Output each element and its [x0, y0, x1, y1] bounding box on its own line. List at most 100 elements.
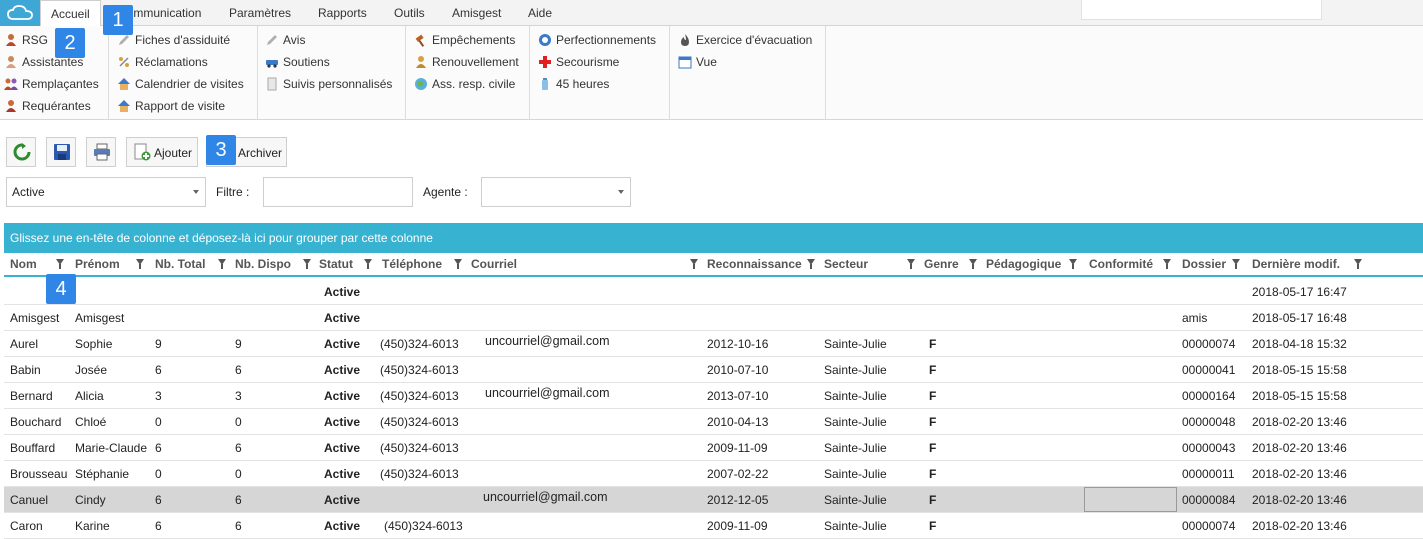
- cell-dossier: 00000074: [1182, 519, 1236, 533]
- cell-dossier: 00000084: [1182, 493, 1236, 507]
- red-cross-icon: [539, 56, 551, 68]
- cell-derniere-modif: 2018-04-18 15:32: [1252, 337, 1347, 351]
- printer-icon: [94, 143, 110, 161]
- menu-tab-rapports[interactable]: Rapports: [308, 0, 377, 26]
- cell-dossier: 00000048: [1182, 415, 1236, 429]
- menu-tab-parametres[interactable]: Paramètres: [219, 0, 301, 26]
- cell-nb-total: 0: [155, 467, 162, 481]
- table-row[interactable]: Amisgest Amisgest Active amis 2018-05-17 16:…: [4, 305, 1423, 331]
- table-row[interactable]: Bernard Alicia 3 3 Active (450)324-6013 uncour…: [4, 383, 1423, 409]
- table-row[interactable]: Aurel Sophie 9 9 Active (450)324-6013 uncourri…: [4, 331, 1423, 357]
- table-row[interactable]: Bouffard Marie-Claude 6 6 Active (450)324-601…: [4, 435, 1423, 461]
- cell-prenom: Cindy: [75, 493, 106, 507]
- filter-funnel-icon[interactable]: [303, 259, 311, 269]
- table-row[interactable]: Brousseau Stéphanie 0 0 Active (450)324-6013 2…: [4, 461, 1423, 487]
- cell-genre: F: [929, 467, 937, 481]
- menu-tab-accueil[interactable]: Accueil: [40, 0, 101, 27]
- filter-input[interactable]: [263, 177, 413, 207]
- column-header-prenom[interactable]: Prénom: [75, 253, 120, 275]
- annotation-badge-4: 4: [46, 274, 76, 304]
- cell-telephone: (450)324-6013: [384, 519, 463, 533]
- cell-nom: Caron: [10, 519, 43, 533]
- column-header-statut[interactable]: Statut: [319, 253, 353, 275]
- cell-derniere-modif: 2018-02-20 13:46: [1252, 415, 1347, 429]
- filter-funnel-icon[interactable]: [364, 259, 372, 269]
- cell-nb-dispo: 0: [235, 467, 242, 481]
- column-header-genre[interactable]: Genre: [924, 253, 959, 275]
- menu-search-box[interactable]: [1081, 0, 1322, 20]
- column-header-courriel[interactable]: Courriel: [471, 253, 517, 275]
- pencil-icon: [267, 35, 277, 45]
- refresh-icon: [13, 143, 31, 161]
- column-header-telephone[interactable]: Téléphone: [382, 253, 442, 275]
- table-row[interactable]: Canuel Cindy 6 6 Active uncourriel@gmail.com 2…: [4, 487, 1423, 513]
- cell-reconnaissance: 2012-10-16: [707, 337, 769, 351]
- menu-tab-outils[interactable]: Outils: [384, 0, 435, 26]
- column-header-nb-dispo[interactable]: Nb. Dispo: [235, 253, 291, 275]
- globe-icon: [415, 78, 427, 90]
- bottle-icon: [542, 78, 548, 90]
- cell-prenom: Amisgest: [75, 311, 125, 325]
- print-button[interactable]: [86, 137, 116, 167]
- cell-nb-dispo: 0: [235, 415, 242, 429]
- column-header-derniere-modif[interactable]: Dernière modif.: [1252, 253, 1340, 275]
- table-row[interactable]: Babin Josée 6 6 Active (450)324-6013 2010-07-1…: [4, 357, 1423, 383]
- filter-funnel-icon[interactable]: [218, 259, 226, 269]
- column-header-nom[interactable]: Nom: [10, 253, 37, 275]
- column-header-reconnaissance[interactable]: Reconnaissance: [707, 253, 802, 275]
- group-by-panel[interactable]: Glissez une en-tête de colonne et dépose…: [4, 223, 1423, 253]
- table-row[interactable]: Active 2018-05-17 16:47: [4, 279, 1423, 305]
- filter-funnel-icon[interactable]: [1232, 259, 1240, 269]
- filter-funnel-icon[interactable]: [1163, 259, 1171, 269]
- cell-prenom: Marie-Claude: [75, 441, 148, 455]
- filter-funnel-icon[interactable]: [690, 259, 698, 269]
- cell-derniere-modif: 2018-02-20 13:46: [1252, 467, 1347, 481]
- cell-dossier: 00000164: [1182, 389, 1236, 403]
- status-select[interactable]: Active: [6, 177, 206, 207]
- menu-tab-amisgest[interactable]: Amisgest: [442, 0, 511, 26]
- cell-secteur: Sainte-Julie: [824, 415, 887, 429]
- filter-funnel-icon[interactable]: [56, 259, 64, 269]
- column-header-secteur[interactable]: Secteur: [824, 253, 868, 275]
- table-row[interactable]: Caron Karine 6 6 Active (450)324-6013 2009-11-…: [4, 513, 1423, 539]
- table-row[interactable]: Bouchard Chloé 0 0 Active (450)324-6013 2010-0…: [4, 409, 1423, 435]
- cell-courriel: uncourriel@gmail.com: [483, 490, 608, 504]
- filter-funnel-icon[interactable]: [1354, 259, 1362, 269]
- filter-funnel-icon[interactable]: [969, 259, 977, 269]
- filter-funnel-icon[interactable]: [454, 259, 462, 269]
- cell-nom: Bernard: [10, 389, 53, 403]
- cell-nb-total: 6: [155, 493, 162, 507]
- add-button[interactable]: Ajouter: [126, 137, 198, 167]
- cell-derniere-modif: 2018-05-15 15:58: [1252, 363, 1347, 377]
- filter-funnel-icon[interactable]: [907, 259, 915, 269]
- cell-nb-dispo: 6: [235, 441, 242, 455]
- cell-secteur: Sainte-Julie: [824, 389, 887, 403]
- cell-nom: Canuel: [10, 493, 49, 507]
- annotation-badge-2: 2: [55, 28, 85, 58]
- filter-funnel-icon[interactable]: [136, 259, 144, 269]
- cell-telephone: (450)324-6013: [380, 441, 459, 455]
- agent-label: Agente :: [423, 185, 468, 199]
- cell-secteur: Sainte-Julie: [824, 493, 887, 507]
- cell-secteur: Sainte-Julie: [824, 441, 887, 455]
- conformite-edit-cell[interactable]: [1084, 487, 1177, 512]
- cell-dossier: 00000074: [1182, 337, 1236, 351]
- person-icon: [6, 56, 16, 68]
- column-header-dossier[interactable]: Dossier: [1182, 253, 1226, 275]
- app-menu-button[interactable]: [0, 0, 40, 26]
- chevron-down-icon: [618, 190, 624, 194]
- agent-select[interactable]: [481, 177, 631, 207]
- column-header-conformite[interactable]: Conformité: [1089, 253, 1153, 275]
- filter-funnel-icon[interactable]: [807, 259, 815, 269]
- people-icon: [4, 78, 18, 90]
- refresh-button[interactable]: [6, 137, 36, 167]
- document-icon: [267, 77, 277, 91]
- save-button[interactable]: [46, 137, 76, 167]
- menu-tab-aide[interactable]: Aide: [518, 0, 562, 26]
- column-header-nb-total[interactable]: Nb. Total: [155, 253, 205, 275]
- cell-dossier: 00000011: [1182, 467, 1235, 481]
- cell-genre: F: [929, 493, 937, 507]
- column-header-pedagogique[interactable]: Pédagogique: [986, 253, 1061, 275]
- filter-funnel-icon[interactable]: [1069, 259, 1077, 269]
- cell-nom: Amisgest: [10, 311, 60, 325]
